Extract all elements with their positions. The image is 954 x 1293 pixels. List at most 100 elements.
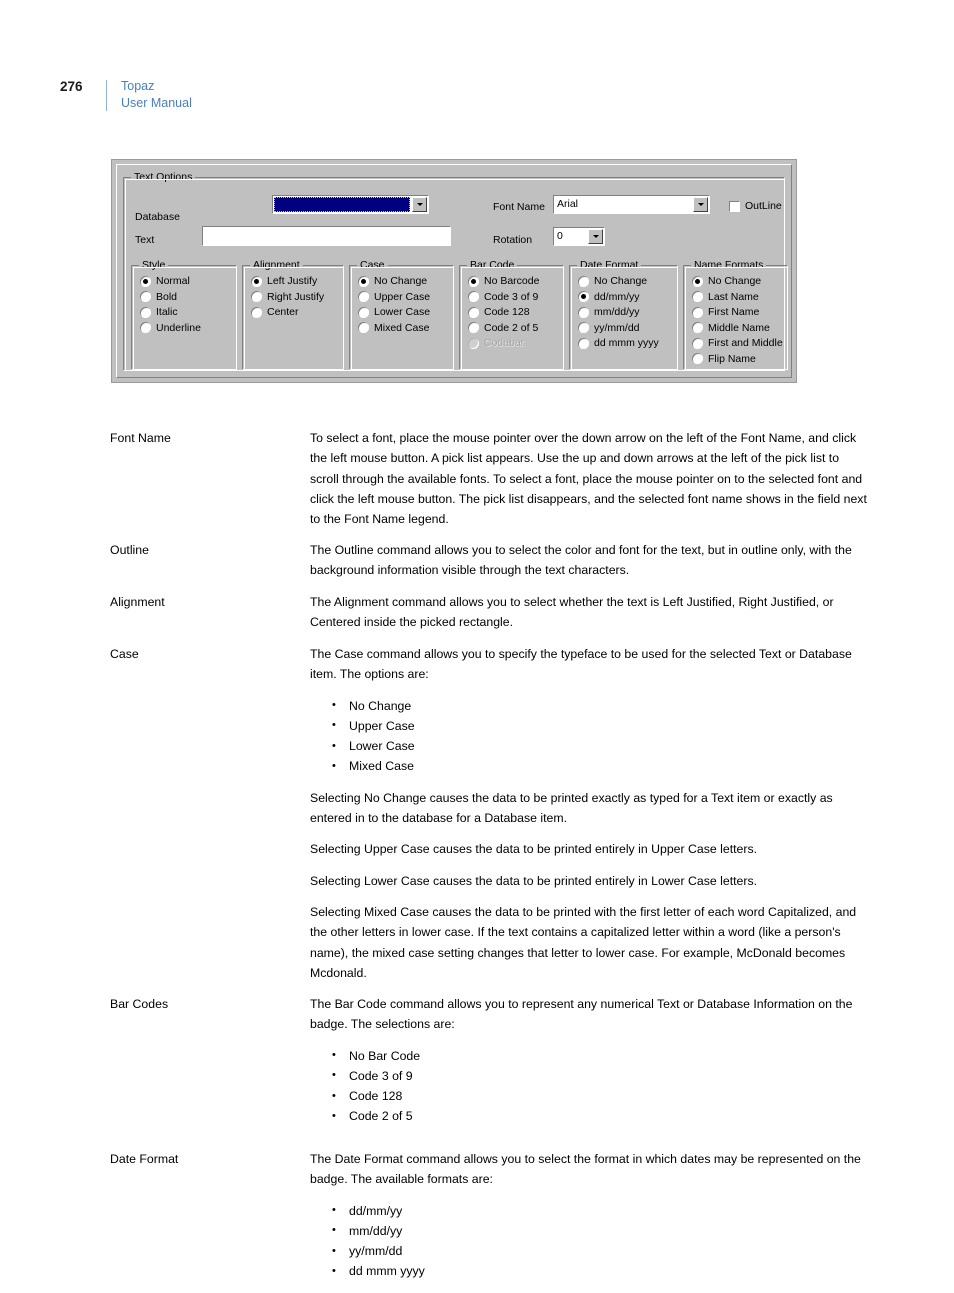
radio-normal[interactable]: Normal [140,275,190,287]
radio-button-icon [578,291,589,302]
radio-label: Center [267,306,299,318]
radio-button-icon [251,291,262,302]
definition-paragraph: The Bar Code command allows you to repre… [310,997,853,1032]
rotation-dropdown-button[interactable] [588,229,603,244]
definition-bullet-item: dd mmm yyyy [332,1261,870,1282]
radio-button-icon [358,275,369,287]
radio-label: Left Justify [267,275,318,287]
radio-lower-case[interactable]: Lower Case [358,306,430,318]
radio-italic[interactable]: Italic [140,306,178,318]
radio-left-justify[interactable]: Left Justify [251,275,317,287]
option-group-title: Case [357,259,388,271]
radio-label: Upper Case [374,290,431,303]
definition-entry: Alignment The Alignment command allows yo… [110,592,870,633]
definition-term: Font Name [110,431,171,445]
option-group-title: Alignment [250,259,303,271]
text-options-group-title: Text Options [131,171,196,183]
option-group-title: Name Formats [691,259,767,271]
radio-flip-name[interactable]: Flip Name [692,353,756,365]
definition-bullet-item: No Bar Code [332,1045,870,1066]
radio-label: dd mmm yyyy [594,337,659,349]
radio-mm-dd-yy[interactable]: mm/dd/yy [578,306,640,318]
option-group-title: Date Format [577,259,642,271]
definition-term: Alignment [110,595,165,609]
radio-button-icon [692,291,703,302]
definition-bullet-item: Upper Case [332,715,870,736]
radio-code-3-of-9[interactable]: Code 3 of 9 [468,291,538,303]
radio-label: Code 128 [484,306,530,318]
radio-no-change[interactable]: No Change [692,275,761,287]
definition-body: The Outline command allows you to select… [310,540,870,581]
definition-bullet-item: yy/mm/dd [332,1241,870,1262]
radio-dd-mmm-yyyy[interactable]: dd mmm yyyy [578,337,659,349]
radio-button-icon [578,275,589,287]
page-number: 276 [60,79,83,94]
definition-body: The Alignment command allows you to sele… [310,592,870,633]
definition-entry: Font Name To select a font, place the mou… [110,428,870,529]
page-header: 276 Topaz User Manual [60,78,192,112]
radio-button-icon [692,322,703,333]
text-options-dialog-screenshot: Text Options Database Font Name Arial Ou… [111,159,797,383]
definition-paragraph: The Outline command allows you to select… [310,543,852,578]
radio-no-change[interactable]: No Change [578,275,647,287]
header-divider [106,80,107,111]
radio-upper-case[interactable]: Upper Case [358,291,430,303]
radio-last-name[interactable]: Last Name [692,291,759,303]
radio-label: Bold [156,290,178,303]
document-title-line2: User Manual [121,96,192,110]
definition-paragraph: The Date Format command allows you to se… [310,1152,861,1187]
option-group-date-format: Date Format No Change dd/mm/yy mm/dd/yy yy/m… [569,259,678,370]
radio-first-name[interactable]: First Name [692,306,759,318]
definition-term: Outline [110,543,149,557]
radio-button-icon [578,337,589,349]
radio-button-icon [251,275,262,287]
rotation-label: Rotation [493,234,533,246]
option-group-bar-code: Bar Code No Barcode Code 3 of 9 Code 128 Cod… [459,259,564,370]
font-name-dropdown-button[interactable] [693,197,708,212]
radio-button-icon [140,275,151,287]
radio-center[interactable]: Center [251,306,299,318]
chevron-down-icon [697,203,704,206]
radio-label: yy/mm/dd [594,321,640,334]
definition-bullet-list: dd/mm/yymm/dd/yyyy/mm/dddd mmm yyyy [310,1200,870,1282]
option-group-case: Case No Change Upper Case Lower Case Mixed C… [349,259,454,370]
radio-code-2-of-5[interactable]: Code 2 of 5 [468,322,538,334]
text-input[interactable] [202,226,451,246]
definition-paragraph: The Case command allows you to specify t… [310,647,852,682]
radio-dd-mm-yy[interactable]: dd/mm/yy [578,291,640,303]
checkbox-box-icon [729,200,740,212]
radio-code-128[interactable]: Code 128 [468,306,530,318]
radio-button-icon [358,291,369,302]
font-name-combobox[interactable]: Arial [553,195,710,214]
radio-underline[interactable]: Underline [140,322,201,334]
database-dropdown-button[interactable] [412,197,427,212]
definition-bullet-item: Mixed Case [332,756,870,777]
radio-right-justify[interactable]: Right Justify [251,291,324,303]
radio-button-icon [358,322,369,333]
radio-button-icon [578,322,589,333]
radio-no-change[interactable]: No Change [358,275,427,287]
option-group-alignment: Alignment Left Justify Right Justify Center [242,259,344,370]
database-combobox[interactable] [272,195,429,214]
radio-bold[interactable]: Bold [140,291,177,303]
dialog-surface: Text Options Database Font Name Arial Ou… [116,164,792,378]
outline-checkbox[interactable]: OutLine [729,200,782,212]
radio-first-and-middle[interactable]: First and Middle [692,337,783,349]
radio-label: No Barcode [484,275,540,287]
definition-paragraph: To select a font, place the mouse pointe… [310,431,867,527]
rotation-combobox[interactable]: 0 [553,227,605,246]
definition-entry: Bar Codes The Bar Code command allows you… [110,994,870,1138]
radio-button-icon [140,306,151,318]
radio-button-icon [468,291,479,302]
definition-bullet-item: Lower Case [332,736,870,757]
document-title-line1: Topaz [121,79,155,93]
definition-term: Date Format [110,1152,179,1166]
radio-button-icon [692,275,703,287]
radio-label: No Change [374,275,428,287]
radio-no-barcode[interactable]: No Barcode [468,275,539,287]
radio-middle-name[interactable]: Middle Name [692,322,770,334]
radio-label: Normal [156,275,190,287]
definition-paragraph: Selecting Lower Case causes the data to … [310,873,758,888]
radio-mixed-case[interactable]: Mixed Case [358,322,429,334]
radio-yy-mm-dd[interactable]: yy/mm/dd [578,322,640,334]
